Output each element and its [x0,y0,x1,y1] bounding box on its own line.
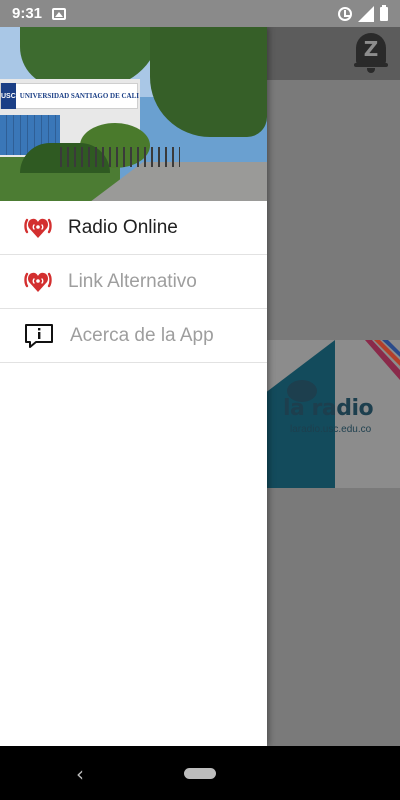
battery-icon [380,4,388,21]
system-nav-bar: ‹ [0,746,400,800]
notification-bell-icon[interactable]: Z [354,33,388,75]
back-icon[interactable]: ‹ [76,762,84,786]
banner-url: laradio.usc.edu.co [290,424,372,435]
radio-broadcast-icon [24,272,52,292]
drawer-menu: Radio Online Link Alternativo Acerca de … [0,201,267,363]
menu-item-label: Radio Online [68,216,178,238]
menu-item-label: Acerca de la App [70,324,214,346]
menu-item-acerca-de-la-app[interactable]: Acerca de la App [0,309,267,363]
university-sign: USC UNIVERSIDAD SANTIAGO DE CALI [0,83,139,109]
banner-stripes [365,340,400,380]
banner-brand: la radio [283,396,374,421]
menu-item-label: Link Alternativo [68,270,197,292]
menu-item-radio-online[interactable]: Radio Online [0,201,267,255]
home-pill-icon[interactable] [184,768,216,779]
status-left: 9:31 [12,5,67,22]
alarm-icon [338,6,352,21]
radio-broadcast-icon [24,218,52,238]
drawer-header-image: USC UNIVERSIDAD SANTIAGO DE CALI [0,27,267,201]
info-message-icon [25,323,53,348]
status-time: 9:31 [12,5,43,22]
status-right: × [338,4,388,22]
navigation-drawer: USC UNIVERSIDAD SANTIAGO DE CALI Radio O… [0,27,267,746]
university-logo: USC [1,83,16,109]
university-sign-text: UNIVERSIDAD SANTIAGO DE CALI [19,92,139,100]
signal-icon: × [358,5,374,22]
menu-item-link-alternativo[interactable]: Link Alternativo [0,255,267,309]
bell-badge-letter: Z [363,37,379,61]
status-bar: 9:31 × [0,0,400,27]
image-notification-icon [52,7,67,20]
